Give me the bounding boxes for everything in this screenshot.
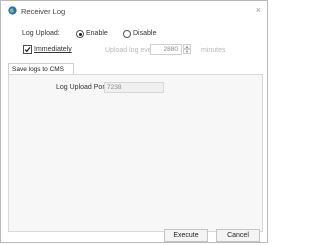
window-title: Receiver Log	[21, 7, 66, 16]
log-upload-port-label: Log Upload Port:	[56, 84, 109, 91]
enable-radio-label[interactable]: Enable	[86, 30, 108, 37]
disable-radio[interactable]	[123, 30, 131, 38]
execute-button[interactable]: Execute	[164, 229, 208, 242]
tab-panel	[8, 74, 263, 232]
close-icon[interactable]: ×	[256, 5, 261, 15]
tab-label: Save logs to CMS	[12, 66, 65, 73]
upload-interval-spinner[interactable]: ▲ ▼	[183, 44, 191, 55]
log-upload-port-field[interactable]: 7238	[104, 82, 164, 93]
log-upload-label: Log Upload:	[22, 30, 60, 37]
receiver-log-dialog: Receiver Log × Log Upload: Enable Disabl…	[0, 0, 268, 243]
enable-radio[interactable]	[76, 30, 84, 38]
title-bar: Receiver Log ×	[1, 1, 267, 21]
upload-interval-suffix: minutes	[201, 47, 226, 54]
checkmark-icon	[24, 47, 31, 53]
disable-radio-label[interactable]: Disable	[133, 30, 156, 37]
immediately-label[interactable]: Immediately	[34, 46, 72, 53]
spin-down-icon[interactable]: ▼	[183, 49, 191, 54]
upload-interval-input[interactable]: 2880	[150, 44, 182, 55]
cancel-button[interactable]: Cancel	[216, 229, 260, 242]
immediately-checkbox[interactable]	[23, 45, 32, 54]
app-globe-icon	[8, 6, 17, 15]
